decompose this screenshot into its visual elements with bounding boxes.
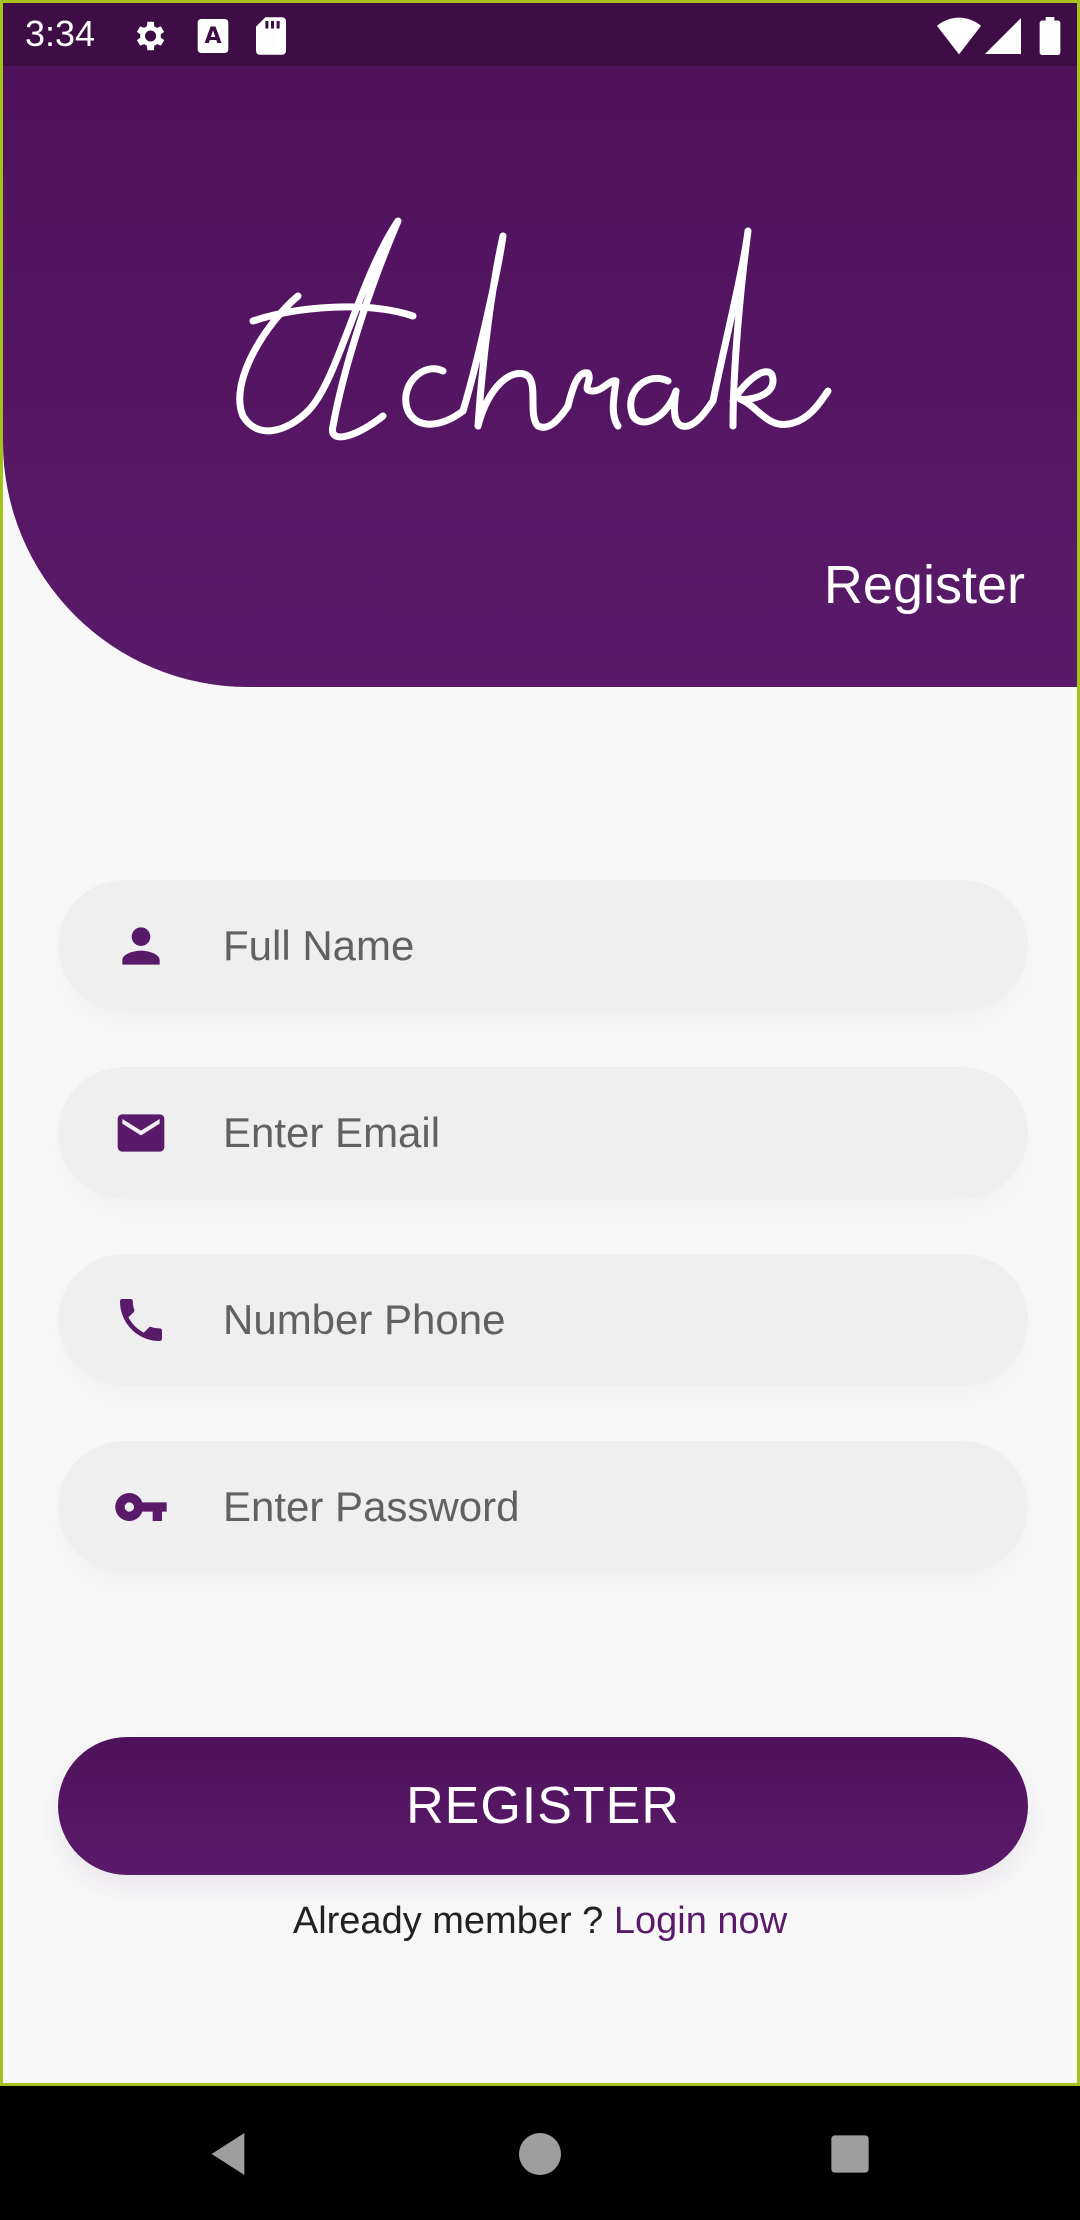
- register-button[interactable]: REGISTER: [58, 1737, 1028, 1875]
- phone-field[interactable]: [58, 1254, 1028, 1386]
- full-name-input[interactable]: [223, 880, 983, 1012]
- sd-card-icon: [256, 17, 286, 55]
- login-prompt-line: Already member ? Login now: [3, 1900, 1077, 1943]
- system-nav-bar: [0, 2086, 1080, 2220]
- app-screen: 3:34 A Register Full Name Enter Email Nu…: [0, 0, 1080, 2086]
- status-bar: 3:34 A: [3, 0, 1077, 66]
- email-input[interactable]: [223, 1067, 983, 1199]
- back-icon[interactable]: [200, 2124, 256, 2184]
- battery-icon: [1039, 17, 1061, 55]
- email-field[interactable]: [58, 1067, 1028, 1199]
- gear-icon: [136, 21, 165, 51]
- phone-input[interactable]: [223, 1254, 983, 1386]
- recents-icon[interactable]: [822, 2124, 878, 2184]
- header-banner: Register: [3, 66, 1077, 687]
- full-name-field[interactable]: [58, 880, 1028, 1012]
- cell-signal-icon: [985, 18, 1021, 54]
- svg-text:A: A: [204, 23, 221, 49]
- home-icon[interactable]: [512, 2124, 568, 2184]
- wifi-icon: [937, 17, 981, 55]
- mail-icon: [117, 1114, 165, 1152]
- login-now-link[interactable]: Login now: [614, 1900, 787, 1942]
- screen-title: Register: [823, 555, 1025, 615]
- key-icon: [115, 1493, 167, 1521]
- password-field[interactable]: [58, 1441, 1028, 1573]
- password-input[interactable]: [223, 1441, 983, 1573]
- status-time: 3:34: [25, 13, 96, 54]
- a-notification-icon: A: [197, 19, 229, 53]
- phone-icon: [120, 1299, 162, 1341]
- login-prompt-text: Already member ?: [292, 1900, 604, 1942]
- app-logo: [236, 217, 832, 441]
- person-icon: [122, 927, 160, 965]
